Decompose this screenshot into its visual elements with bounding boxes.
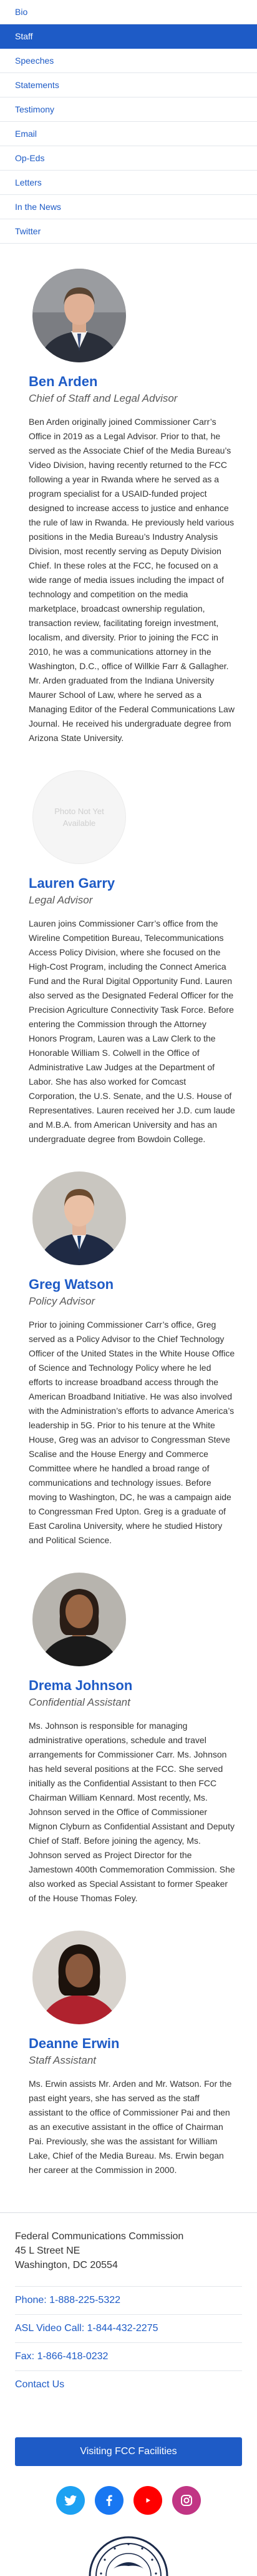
staff-photo xyxy=(32,269,126,362)
visiting-facilities-button[interactable]: Visiting FCC Facilities xyxy=(15,2437,242,2466)
footer-street: 45 L Street NE xyxy=(15,2245,80,2256)
contact-us-link[interactable]: Contact Us xyxy=(15,2370,242,2399)
fax-link[interactable]: Fax: 1-866-418-0232 xyxy=(15,2342,242,2370)
nav-item-in-the-news[interactable]: In the News xyxy=(0,195,257,219)
staff-title: Confidential Assistant xyxy=(29,1696,130,1708)
staff-name: Drema Johnson xyxy=(29,1678,133,1693)
phone-link[interactable]: Phone: 1-888-225-5322 xyxy=(15,2286,242,2314)
fcc-seal-icon xyxy=(15,2536,242,2576)
asl-video-call-link[interactable]: ASL Video Call: 1-844-432-2275 xyxy=(15,2314,242,2342)
staff-photo xyxy=(32,1171,126,1265)
footer-city: Washington, DC 20554 xyxy=(15,2260,118,2270)
nav-item-staff[interactable]: Staff xyxy=(0,24,257,49)
staff-photo xyxy=(32,1931,126,2024)
footer-org-name: Federal Communications Commission xyxy=(15,2231,184,2242)
photo-placeholder-text: Photo Not Yet Available xyxy=(54,807,104,828)
staff-title: Legal Advisor xyxy=(29,894,93,906)
nav-item-bio[interactable]: Bio xyxy=(0,0,257,24)
nav-item-testimony[interactable]: Testimony xyxy=(0,97,257,122)
facebook-icon[interactable] xyxy=(95,2486,124,2515)
staff-bio: Lauren joins Commissioner Carr’s office … xyxy=(29,918,235,1144)
youtube-icon[interactable] xyxy=(133,2486,162,2515)
nav-item-speeches[interactable]: Speeches xyxy=(0,49,257,73)
staff-member: Drema Johnson Confidential Assistant Ms.… xyxy=(29,1548,236,1906)
staff-member: Greg Watson Policy Advisor Prior to join… xyxy=(29,1146,236,1548)
staff-list: Ben Arden Chief of Staff and Legal Advis… xyxy=(0,244,257,2177)
site-footer: Federal Communications Commission 45 L S… xyxy=(0,2213,257,2576)
footer-address: Federal Communications Commission 45 L S… xyxy=(15,2229,242,2272)
staff-member: Photo Not Yet Available Lauren Garry Leg… xyxy=(29,745,236,1146)
staff-bio: Ben Arden originally joined Commissioner… xyxy=(29,417,235,743)
footer-contact-list: Phone: 1-888-225-5322 ASL Video Call: 1-… xyxy=(15,2286,242,2399)
section-nav: Bio Staff Speeches Statements Testimony … xyxy=(0,0,257,244)
staff-bio: Ms. Erwin assists Mr. Arden and Mr. Wats… xyxy=(29,2079,232,2175)
nav-item-twitter[interactable]: Twitter xyxy=(0,219,257,244)
photo-placeholder: Photo Not Yet Available xyxy=(32,770,126,864)
staff-bio: Ms. Johnson is responsible for managing … xyxy=(29,1721,235,1903)
twitter-icon[interactable] xyxy=(56,2486,85,2515)
staff-title: Staff Assistant xyxy=(29,2054,97,2066)
staff-title: Policy Advisor xyxy=(29,1295,95,1307)
staff-member: Deanne Erwin Staff Assistant Ms. Erwin a… xyxy=(29,1906,236,2177)
nav-item-statements[interactable]: Statements xyxy=(0,73,257,97)
nav-item-letters[interactable]: Letters xyxy=(0,171,257,195)
staff-bio: Prior to joining Commissioner Carr’s off… xyxy=(29,1320,235,1545)
instagram-icon[interactable] xyxy=(172,2486,201,2515)
staff-member: Ben Arden Chief of Staff and Legal Advis… xyxy=(29,244,236,745)
staff-name: Ben Arden xyxy=(29,374,98,389)
staff-photo xyxy=(32,1573,126,1666)
staff-name: Deanne Erwin xyxy=(29,2036,120,2051)
social-links xyxy=(15,2486,242,2515)
staff-title: Chief of Staff and Legal Advisor xyxy=(29,392,178,404)
nav-item-email[interactable]: Email xyxy=(0,122,257,146)
nav-item-op-eds[interactable]: Op-Eds xyxy=(0,146,257,171)
staff-name: Lauren Garry xyxy=(29,875,115,891)
staff-name: Greg Watson xyxy=(29,1276,114,1292)
